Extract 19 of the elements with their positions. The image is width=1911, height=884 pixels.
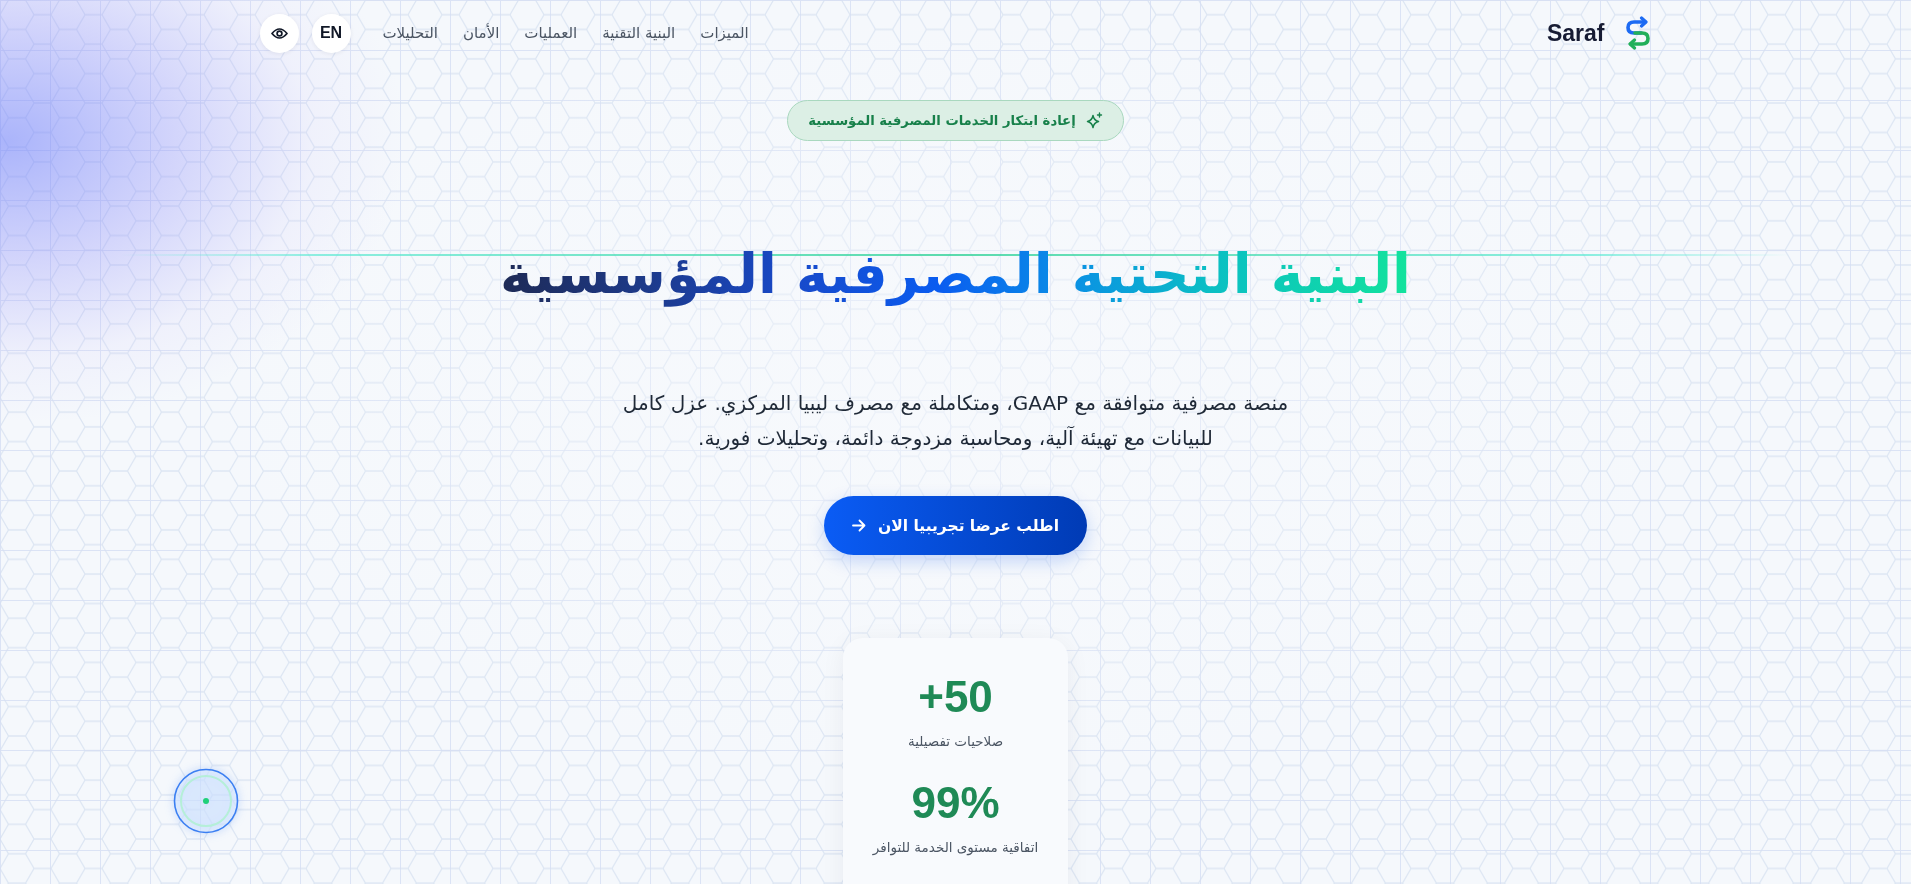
demo-request-button[interactable]: اطلب عرضا تجريبيا الان: [824, 496, 1087, 555]
stat-value: 99%: [911, 777, 1000, 829]
logo-text: Saraf: [1546, 19, 1605, 47]
stat-label: اتفاقية مستوى الخدمة للتوافر: [872, 838, 1039, 857]
eye-icon: [270, 26, 288, 40]
stat-value: +50: [918, 671, 993, 723]
sparkle-icon: [1084, 111, 1103, 130]
arrow-icon: [852, 519, 867, 532]
nav-link[interactable]: التحليلات: [382, 24, 438, 42]
hero-description: منصة مصرفية متوافقة مع GAAP، ومتكاملة مع مصرف ليبيا المركزي. عزل كامل للبيانات مع تهيئة آلية، ومحاسبة مزدوجة دائمة، وتحليلات فورية.: [621, 390, 1290, 452]
nav-link[interactable]: العمليات: [524, 24, 578, 42]
nav-link[interactable]: الأمان: [463, 24, 500, 42]
logo-icon: [1623, 16, 1652, 50]
nav-link[interactable]: البنية التقنية: [602, 24, 676, 42]
nav-link[interactable]: الميزات: [700, 24, 749, 42]
pulse-ring-icon: [173, 768, 239, 834]
tagline-text: إعادة ابتكار الخدمات المصرفية المؤسسية: [808, 113, 1076, 128]
logo-link[interactable]: Saraf: [1546, 16, 1652, 50]
stat-label: صلاحيات تفصيلية: [907, 732, 1004, 751]
